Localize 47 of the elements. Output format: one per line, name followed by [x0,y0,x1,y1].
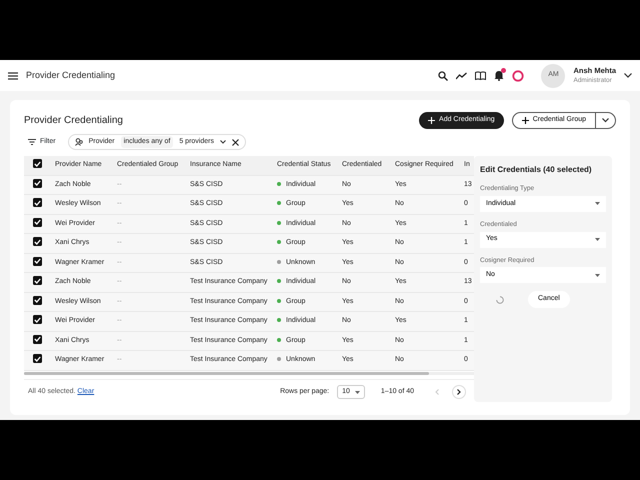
next-page-button[interactable] [452,385,466,399]
bell-icon[interactable] [494,70,504,81]
checkbox[interactable] [33,315,42,324]
caret-down-icon [595,238,600,241]
close-icon[interactable] [232,138,239,146]
ring-logo-icon [512,70,524,82]
check-icon [34,200,41,206]
chevron-right-icon [457,389,461,395]
check-icon [34,316,41,323]
people-icon [74,138,83,146]
check-icon [34,180,41,186]
plus-icon [522,117,529,124]
checkbox[interactable] [33,237,42,246]
caret-down-icon [354,390,360,394]
chevron-left-icon [435,389,439,395]
filter-icon [28,139,36,145]
page-title: Provider Credentialing [24,114,124,128]
check-icon [34,278,41,284]
plus-icon [428,117,436,124]
check-icon [34,336,41,342]
checkbox[interactable] [33,218,42,227]
check-icon [34,258,41,264]
check-icon [34,219,41,226]
checkbox[interactable] [33,178,42,188]
header-title: Provider Credentialing [26,68,116,82]
search-icon[interactable] [438,70,448,80]
check-icon [34,356,41,362]
checkbox[interactable] [33,198,42,208]
book-icon[interactable] [475,71,486,80]
checkbox[interactable] [33,354,42,364]
check-icon [34,297,41,304]
checkbox[interactable] [33,296,42,305]
panel-title: Edit Credentials (40 selected) [480,164,593,176]
check-icon [34,160,41,167]
menu-icon[interactable] [8,72,18,80]
trend-line-icon[interactable] [456,72,468,80]
caret-down-icon [595,202,600,206]
checkbox[interactable] [33,334,42,344]
chevron-down-icon[interactable] [624,73,632,78]
checkbox[interactable] [33,256,42,266]
scrollbar-thumb[interactable] [24,372,429,374]
check-icon [34,238,41,245]
caret-down-icon [595,274,600,277]
checkbox[interactable] [33,276,42,286]
checkbox[interactable] [33,159,42,168]
chevron-down-icon [602,118,609,123]
chevron-down-icon [220,140,226,144]
